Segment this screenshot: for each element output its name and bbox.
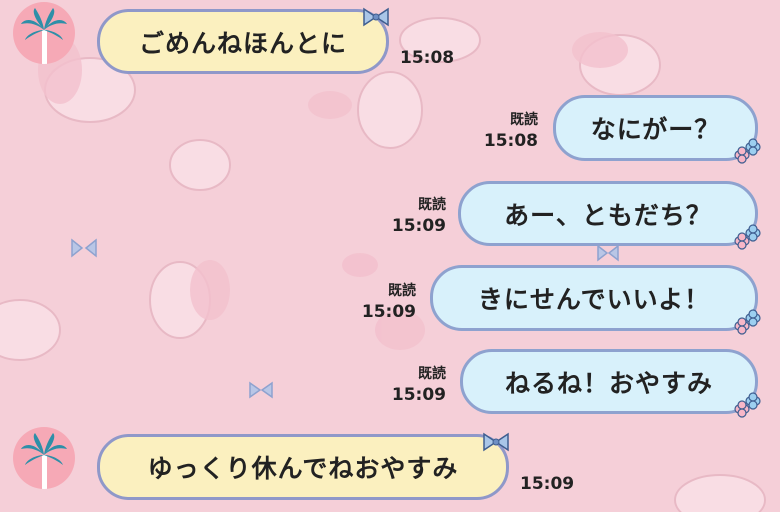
message-bubble[interactable]: ねるね！おやすみ	[460, 349, 758, 414]
bow-ribbon-icon	[483, 432, 509, 452]
read-receipt: 既読 15:09	[382, 196, 446, 237]
palm-tree-icon	[21, 433, 67, 489]
flower-icon	[734, 138, 761, 164]
flower-icon	[734, 309, 761, 335]
read-receipt: 既読 15:09	[352, 282, 416, 323]
message-time: 15:09	[391, 216, 446, 236]
read-receipt: 既読 15:09	[382, 365, 446, 406]
message-bubble[interactable]: ごめんねほんとに	[97, 9, 389, 74]
read-label: 既読	[418, 366, 446, 382]
message-time: 15:08	[483, 131, 538, 151]
message-bubble[interactable]: なにがー？	[553, 95, 758, 161]
message-time: 15:08	[400, 48, 455, 68]
message-bubble[interactable]: あー、ともだち？	[458, 181, 758, 246]
flower-icon	[734, 224, 761, 250]
palm-tree-icon	[21, 8, 67, 64]
read-label: 既読	[510, 112, 538, 128]
flower-icon	[734, 392, 761, 418]
message-time: 15:09	[361, 302, 416, 322]
message-bubble[interactable]: ゆっくり休んでねおやすみ	[97, 434, 509, 500]
contact-avatar[interactable]	[13, 2, 75, 64]
read-receipt: 既読 15:08	[474, 111, 538, 152]
message-time: 15:09	[391, 385, 446, 405]
contact-avatar[interactable]	[13, 427, 75, 489]
message-bubble[interactable]: きにせんでいいよ！	[430, 265, 758, 331]
read-label: 既読	[418, 197, 446, 213]
message-time: 15:09	[520, 474, 575, 494]
bow-ribbon-icon	[363, 7, 389, 27]
read-label: 既読	[388, 283, 416, 299]
